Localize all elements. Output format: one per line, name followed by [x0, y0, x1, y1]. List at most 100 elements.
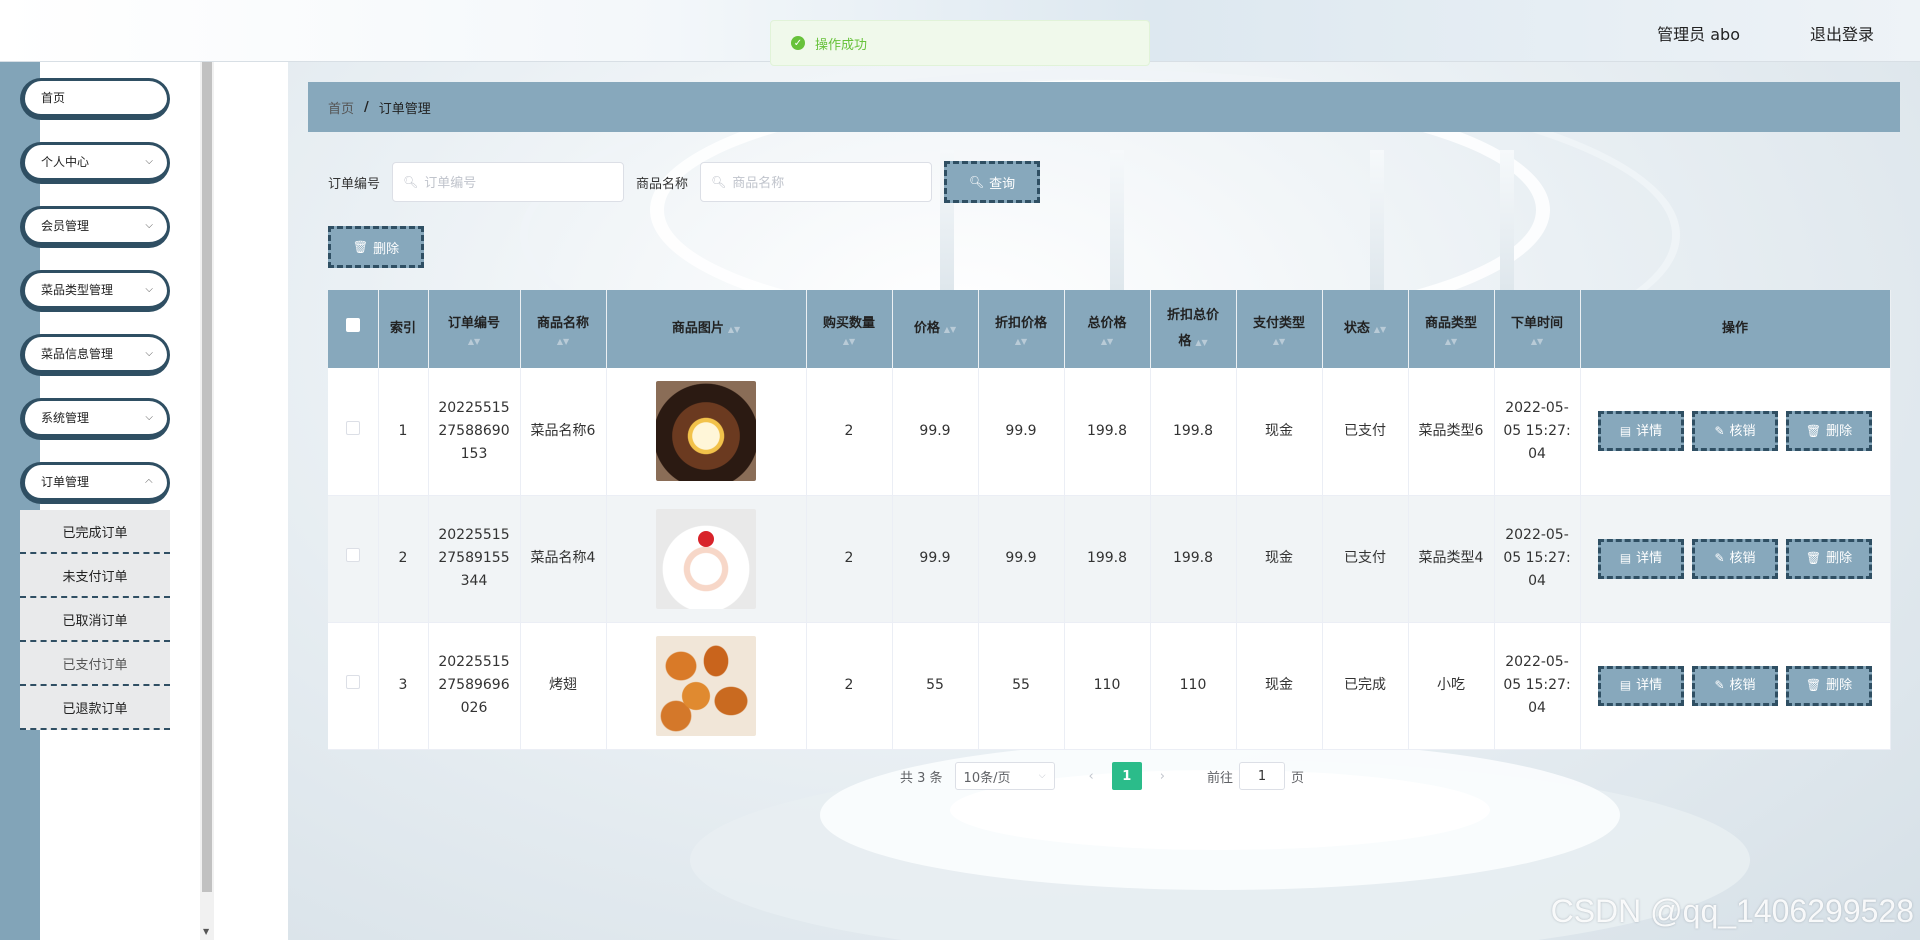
sidebar-menu: 首页 个人中心 ⌵ 会员管理 ⌵ 菜品类型管理 ⌵ 菜品信息管理 ⌵ 系统管理 … [20, 78, 170, 730]
delete-button[interactable]: 🗑︎ 删除 [1786, 411, 1872, 452]
breadcrumb: 首页 / 订单管理 [308, 82, 1900, 132]
delete-button[interactable]: 🗑︎ 删除 [1786, 538, 1872, 579]
col-quantity[interactable]: 购买数量 ▲▼ [806, 290, 893, 368]
order-no-field[interactable]: 🔍︎ [392, 162, 625, 202]
row-select-cell[interactable] [328, 368, 379, 496]
page-size-value: 10条/页 [963, 770, 1011, 786]
cell-quantity: 2 [806, 495, 893, 623]
row-checkbox[interactable] [345, 548, 360, 562]
verify-button[interactable]: ✎ 核销 [1692, 538, 1778, 579]
prev-page-icon[interactable]: ‹ [1089, 769, 1094, 784]
product-name-field[interactable]: 🔍︎ [700, 162, 933, 202]
sidebar-item-label: 菜品信息管理 [41, 347, 114, 361]
sidebar-scrollbar[interactable]: ▼ [200, 62, 214, 940]
cell-index: 1 [378, 368, 429, 496]
product-image[interactable] [656, 381, 756, 482]
query-button[interactable]: 🔍︎ 查询 [944, 161, 1041, 203]
product-name-input[interactable] [732, 174, 923, 190]
col-status[interactable]: 状态 ▲▼ [1322, 290, 1409, 368]
select-all-cell[interactable] [328, 290, 379, 368]
document-icon: ▤ [1619, 678, 1632, 692]
batch-delete-button[interactable]: 🗑︎ 删除 [328, 226, 424, 268]
verify-button[interactable]: ✎ 核销 [1692, 411, 1778, 452]
cell-product-image [606, 495, 807, 623]
cell-quantity: 2 [806, 368, 893, 496]
cell-order-time: 2022-05- 05 15:27: 04 [1494, 622, 1581, 750]
edit-icon: ✎ [1714, 551, 1725, 565]
cell-total-price: 199.8 [1064, 495, 1151, 623]
sidebar-item-label: 菜品类型管理 [41, 283, 114, 297]
row-select-cell[interactable] [328, 495, 379, 623]
product-image[interactable] [656, 635, 756, 736]
sidebar-item-home[interactable]: 首页 [20, 78, 170, 120]
select-all-checkbox[interactable] [345, 318, 360, 332]
sidebar-item-order-management[interactable]: 订单管理 ⌵ [20, 462, 170, 504]
row-checkbox[interactable] [345, 420, 360, 435]
batch-delete-label: 删除 [373, 241, 400, 257]
col-product-image[interactable]: 商品图片 ▲▼ [606, 290, 807, 368]
sidebar-item-label: 会员管理 [41, 219, 90, 233]
sort-icon: ▲▼ [1014, 337, 1028, 346]
sort-icon: ▲▼ [1195, 337, 1208, 347]
detail-button[interactable]: ▤ 详情 [1598, 411, 1684, 452]
submenu-completed-orders[interactable]: 已完成订单 [20, 510, 170, 554]
logout-link[interactable]: 退出登录 [1810, 21, 1874, 45]
submenu-refunded-orders[interactable]: 已退款订单 [20, 686, 170, 730]
content-gutter [214, 62, 288, 940]
breadcrumb-home[interactable]: 首页 [328, 98, 354, 117]
sort-icon: ▲▼ [943, 324, 957, 334]
col-total-price[interactable]: 总价格 ▲▼ [1064, 290, 1151, 368]
detail-button[interactable]: ▤ 详情 [1598, 665, 1684, 706]
sidebar-item-member-management[interactable]: 会员管理 ⌵ [20, 206, 170, 248]
next-page-icon[interactable]: › [1160, 769, 1165, 784]
goto-page-input[interactable]: 1 [1238, 762, 1285, 790]
cell-discount-total: 110 [1150, 622, 1237, 750]
submenu-paid-orders[interactable]: 已支付订单 [20, 642, 170, 686]
document-icon: ▤ [1619, 551, 1632, 565]
chevron-down-icon: ⌵ [145, 412, 153, 423]
col-order-time[interactable]: 下单时间 ▲▼ [1494, 290, 1581, 368]
orders-table: 索引 订单编号 ▲▼ 商品名称 ▲▼ 商品图片 ▲▼ 购买数量 ▲▼ 价格 ▲▼ 折扣价格… [328, 290, 1891, 750]
submenu-unpaid-orders[interactable]: 未支付订单 [20, 554, 170, 598]
delete-button[interactable]: 🗑︎ 删除 [1786, 665, 1872, 706]
col-price[interactable]: 价格 ▲▼ [892, 290, 979, 368]
sidebar-item-personal-center[interactable]: 个人中心 ⌵ [20, 142, 170, 184]
edit-icon: ✎ [1714, 678, 1725, 692]
cell-order-no: 20225515 27589696 026 [428, 622, 521, 750]
table-row: 1 20225515 27588690 153 菜品名称6 2 99.9 99.9 … [328, 368, 1891, 496]
cell-order-no: 20225515 27589155 344 [428, 495, 521, 623]
cell-discount-price: 99.9 [978, 495, 1065, 623]
sidebar-item-dish-info-management[interactable]: 菜品信息管理 ⌵ [20, 334, 170, 376]
col-product-type[interactable]: 商品类型 ▲▼ [1408, 290, 1495, 368]
trash-icon: 🗑︎ [1805, 678, 1822, 692]
sort-icon: ▲▼ [1444, 337, 1458, 346]
cell-price: 99.9 [892, 495, 979, 623]
chevron-down-icon: ⌵ [145, 156, 153, 167]
scrollbar-thumb[interactable] [202, 62, 212, 892]
sidebar-item-dish-type-management[interactable]: 菜品类型管理 ⌵ [20, 270, 170, 312]
page-size-select[interactable]: 10条/页 ⌵ [954, 762, 1055, 790]
chevron-down-icon: ⌵ [145, 284, 153, 295]
submenu-cancelled-orders[interactable]: 已取消订单 [20, 598, 170, 642]
order-no-input[interactable] [424, 174, 615, 190]
watermark: CSDN @qq_1406299528 [1550, 893, 1914, 929]
col-discount-price[interactable]: 折扣价格 ▲▼ [978, 290, 1065, 368]
scroll-down-arrow-icon[interactable]: ▼ [203, 927, 209, 936]
sidebar-item-system-management[interactable]: 系统管理 ⌵ [20, 398, 170, 440]
sort-icon: ▲▼ [727, 324, 741, 334]
verify-button[interactable]: ✎ 核销 [1692, 665, 1778, 706]
row-checkbox[interactable] [345, 675, 360, 689]
col-product-name[interactable]: 商品名称 ▲▼ [520, 290, 607, 368]
toast-message: 操作成功 [815, 37, 868, 53]
col-order-no[interactable]: 订单编号 ▲▼ [428, 290, 521, 368]
detail-button[interactable]: ▤ 详情 [1598, 538, 1684, 579]
sort-icon: ▲▼ [1530, 337, 1544, 346]
col-discount-total[interactable]: 折扣总价格 ▲▼ [1150, 290, 1237, 368]
sort-icon: ▲▼ [467, 337, 481, 346]
product-image[interactable] [656, 508, 756, 609]
page-number-active[interactable]: 1 [1111, 762, 1142, 790]
cell-pay-type: 现金 [1236, 622, 1323, 750]
row-select-cell[interactable] [328, 622, 379, 750]
col-pay-type[interactable]: 支付类型 ▲▼ [1236, 290, 1323, 368]
sidebar-item-label: 订单管理 [41, 475, 90, 489]
